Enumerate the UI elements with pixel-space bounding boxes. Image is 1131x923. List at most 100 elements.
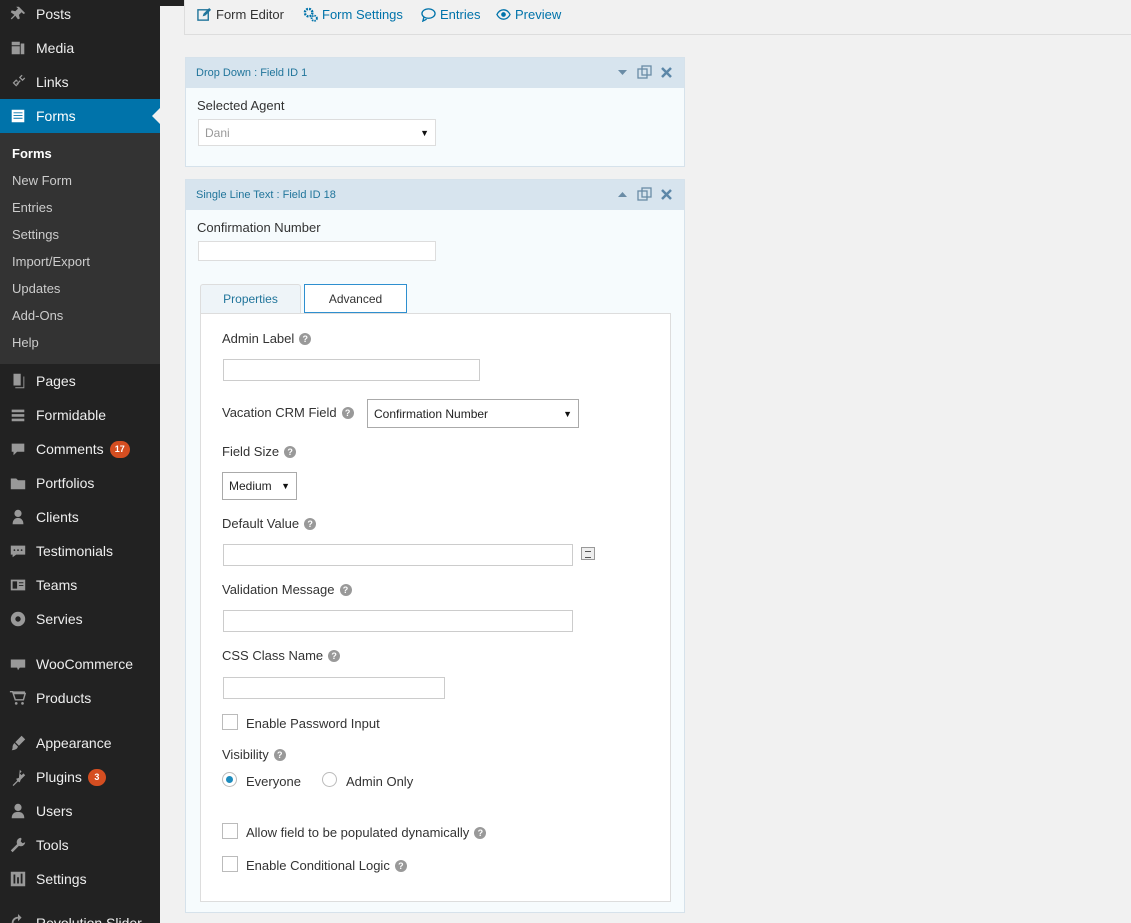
help-icon[interactable]: ? (339, 583, 352, 596)
field-header[interactable]: Drop Down : Field ID 1 (186, 58, 684, 88)
duplicate-icon[interactable] (637, 65, 652, 80)
validation-message-text: Validation Message (222, 582, 335, 597)
menu-label: Tools (36, 837, 69, 853)
menu-label: Links (36, 74, 69, 90)
help-icon[interactable]: ? (394, 859, 407, 872)
submenu-entries[interactable]: Entries (12, 200, 52, 215)
help-icon[interactable]: ? (341, 406, 354, 419)
allow-dynamic-label: Allow field to be populated dynamically? (246, 825, 487, 840)
admin-label-input[interactable] (223, 359, 480, 381)
dropdown-field-box[interactable]: Drop Down : Field ID 1 Selected Agent Da… (185, 57, 685, 167)
menu-media[interactable]: Media (0, 31, 160, 65)
menu-label: Teams (36, 577, 78, 593)
collapse-arrow-icon[interactable] (615, 187, 630, 202)
duplicate-icon[interactable] (637, 187, 652, 202)
menu-products[interactable]: Products (0, 681, 160, 715)
default-value-label: Default Value? (222, 516, 317, 531)
help-icon[interactable]: ? (328, 649, 341, 662)
submenu-updates[interactable]: Updates (12, 281, 60, 296)
dropdown-arrow-icon: ▼ (420, 127, 429, 138)
menu-formidable[interactable]: Formidable (0, 398, 160, 432)
menu-forms[interactable]: Forms (0, 99, 160, 133)
forms-submenu: Forms New Form Entries Settings Import/E… (0, 133, 160, 364)
delete-icon[interactable] (659, 187, 674, 202)
delete-icon[interactable] (659, 65, 674, 80)
form-toolbar: Form Editor Form Settings Entries Previe… (184, 0, 1131, 35)
refresh-icon (0, 914, 36, 923)
help-icon[interactable]: ? (284, 445, 297, 458)
tab-properties[interactable]: Properties (200, 284, 301, 313)
allow-dynamic-text: Allow field to be populated dynamically (246, 825, 470, 840)
menu-label: Media (36, 40, 75, 56)
menu-revolution-slider[interactable]: Revolution Slider (0, 906, 160, 923)
allow-dynamic-checkbox[interactable] (222, 823, 238, 839)
entries-link[interactable]: Entries (420, 6, 480, 22)
menu-woocommerce[interactable]: WooCommerce (0, 647, 160, 681)
preview-label: Preview (515, 6, 562, 22)
field-size-select[interactable]: Medium ▼ (222, 472, 297, 500)
menu-label: Products (36, 690, 92, 706)
menu-clients[interactable]: Clients (0, 500, 160, 534)
default-value-input[interactable] (223, 544, 573, 566)
submenu-add-ons[interactable]: Add-Ons (12, 308, 63, 323)
menu-appearance[interactable]: Appearance (0, 726, 160, 760)
menu-label: Revolution Slider (36, 915, 142, 923)
validation-message-input[interactable] (223, 610, 573, 632)
tab-advanced[interactable]: Advanced (304, 284, 407, 313)
field-header-title: Single Line Text : Field ID 18 (196, 189, 336, 201)
form-settings-label: Form Settings (322, 6, 403, 22)
admin-label-label: Admin Label? (222, 331, 312, 346)
submenu-new-form[interactable]: New Form (12, 173, 72, 188)
menu-label: Settings (36, 871, 87, 887)
enable-conditional-label: Enable Conditional Logic? (246, 858, 407, 873)
submenu-forms[interactable]: Forms (12, 146, 52, 161)
submenu-import-export[interactable]: Import/Export (12, 254, 90, 269)
menu-portfolios[interactable]: Portfolios (0, 466, 160, 500)
merge-tags-icon[interactable] (581, 547, 595, 560)
menu-plugins[interactable]: Plugins 3 (0, 760, 160, 794)
validation-message-label: Validation Message? (222, 582, 352, 597)
menu-testimonials[interactable]: Testimonials (0, 534, 160, 568)
preview-link[interactable]: Preview (495, 6, 561, 22)
menu-label: Posts (36, 6, 72, 22)
help-icon[interactable]: ? (304, 517, 317, 530)
settings-icon (0, 870, 36, 888)
submenu-help[interactable]: Help (12, 335, 39, 350)
form-settings-link[interactable]: Form Settings (302, 6, 403, 22)
menu-label: Portfolios (36, 475, 95, 491)
menu-teams[interactable]: Teams (0, 568, 160, 602)
expand-arrow-icon[interactable] (615, 65, 630, 80)
visibility-everyone-label: Everyone (246, 774, 301, 789)
menu-pages[interactable]: Pages (0, 364, 160, 398)
visibility-admin-only-radio[interactable] (322, 772, 337, 787)
submenu-settings[interactable]: Settings (12, 227, 59, 242)
visibility-text: Visibility (222, 747, 269, 762)
enable-conditional-checkbox[interactable] (222, 856, 238, 872)
crm-field-select[interactable]: Confirmation Number ▼ (367, 399, 579, 428)
menu-links[interactable]: Links (0, 65, 160, 99)
field-header[interactable]: Single Line Text : Field ID 18 (186, 180, 684, 210)
css-class-input[interactable] (223, 677, 445, 699)
menu-label: Pages (36, 373, 76, 389)
single-line-text-field-box[interactable]: Single Line Text : Field ID 18 Confirmat… (185, 179, 685, 913)
default-value-text: Default Value (222, 516, 300, 531)
selected-agent-select[interactable]: Dani ▼ (198, 119, 436, 146)
formidable-icon (0, 406, 36, 424)
form-editor-link[interactable]: Form Editor (196, 6, 284, 22)
menu-users[interactable]: Users (0, 794, 160, 828)
menu-settings[interactable]: Settings (0, 862, 160, 896)
menu-servies[interactable]: Servies (0, 602, 160, 636)
help-icon[interactable]: ? (299, 332, 312, 345)
folder-icon (0, 474, 36, 492)
confirmation-number-preview-input[interactable] (198, 241, 436, 261)
user-icon (0, 508, 36, 526)
menu-tools[interactable]: Tools (0, 828, 160, 862)
dropdown-arrow-icon: ▼ (281, 481, 290, 491)
enable-conditional-text: Enable Conditional Logic (246, 858, 390, 873)
help-icon[interactable]: ? (474, 826, 487, 839)
menu-comments[interactable]: Comments 17 (0, 432, 160, 466)
select-value: Dani (205, 125, 230, 140)
visibility-everyone-radio[interactable] (222, 772, 237, 787)
enable-password-checkbox[interactable] (222, 714, 238, 730)
help-icon[interactable]: ? (273, 748, 286, 761)
